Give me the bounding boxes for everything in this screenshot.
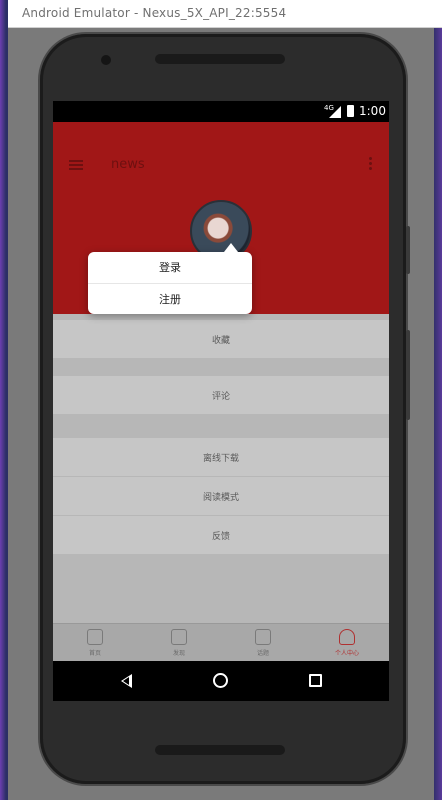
tab-profile[interactable]: 个人中心 xyxy=(305,624,389,662)
bottom-tab-bar: 首页 发现 话题 个人中心 xyxy=(53,623,389,661)
register-option[interactable]: 注册 xyxy=(88,283,252,314)
menu-row-offline[interactable]: 离线下载 xyxy=(53,438,389,476)
menu-list: 收藏 评论 离线下载 阅读模式 反馈 xyxy=(53,314,389,624)
menu-icon[interactable] xyxy=(69,160,83,170)
status-bar: 4G 1:00 xyxy=(53,101,389,122)
tab-topic[interactable]: 话题 xyxy=(221,624,305,662)
menu-row-label: 反馈 xyxy=(211,532,230,542)
tab-label: 发现 xyxy=(172,650,185,657)
speaker-bottom xyxy=(155,745,285,755)
more-options-icon[interactable] xyxy=(369,156,372,170)
app-title: news xyxy=(111,157,145,172)
menu-row-favorites[interactable]: 收藏 xyxy=(53,320,389,358)
menu-row-feedback[interactable]: 反馈 xyxy=(53,516,389,554)
recents-icon[interactable] xyxy=(309,674,322,687)
power-button[interactable] xyxy=(406,226,410,274)
speaker-top xyxy=(155,54,285,64)
menu-row-label: 阅读模式 xyxy=(202,493,239,503)
android-nav-bar xyxy=(53,661,389,701)
discover-icon xyxy=(171,629,187,645)
home-icon xyxy=(87,629,103,645)
status-time: 1:00 xyxy=(359,104,386,118)
device-screen: 4G 1:00 news 收藏 评论 离线下载 阅读模式 反馈 首页 发现 话题… xyxy=(53,101,389,701)
topic-icon xyxy=(255,629,271,645)
login-option[interactable]: 登录 xyxy=(88,252,252,283)
volume-button[interactable] xyxy=(406,330,410,420)
menu-row-label: 收藏 xyxy=(211,336,230,346)
home-circle-icon[interactable] xyxy=(213,673,228,688)
menu-row-reading-mode[interactable]: 阅读模式 xyxy=(53,477,389,515)
tab-discover[interactable]: 发现 xyxy=(137,624,221,662)
tab-label: 个人中心 xyxy=(334,650,359,657)
tab-label: 首页 xyxy=(88,650,101,657)
menu-row-label: 离线下载 xyxy=(202,454,239,464)
tab-label: 话题 xyxy=(256,650,269,657)
tab-home[interactable]: 首页 xyxy=(53,624,137,662)
signal-icon xyxy=(329,106,341,118)
camera-icon xyxy=(101,55,111,65)
back-icon[interactable] xyxy=(121,674,132,688)
menu-row-label: 评论 xyxy=(211,392,230,402)
menu-row-comments[interactable]: 评论 xyxy=(53,376,389,414)
person-icon xyxy=(339,629,355,645)
window-titlebar[interactable]: Android Emulator - Nexus_5X_API_22:5554 xyxy=(8,0,442,28)
account-popup: 登录 注册 xyxy=(88,243,252,314)
battery-icon xyxy=(347,105,354,117)
window-title: Android Emulator - Nexus_5X_API_22:5554 xyxy=(22,6,287,20)
